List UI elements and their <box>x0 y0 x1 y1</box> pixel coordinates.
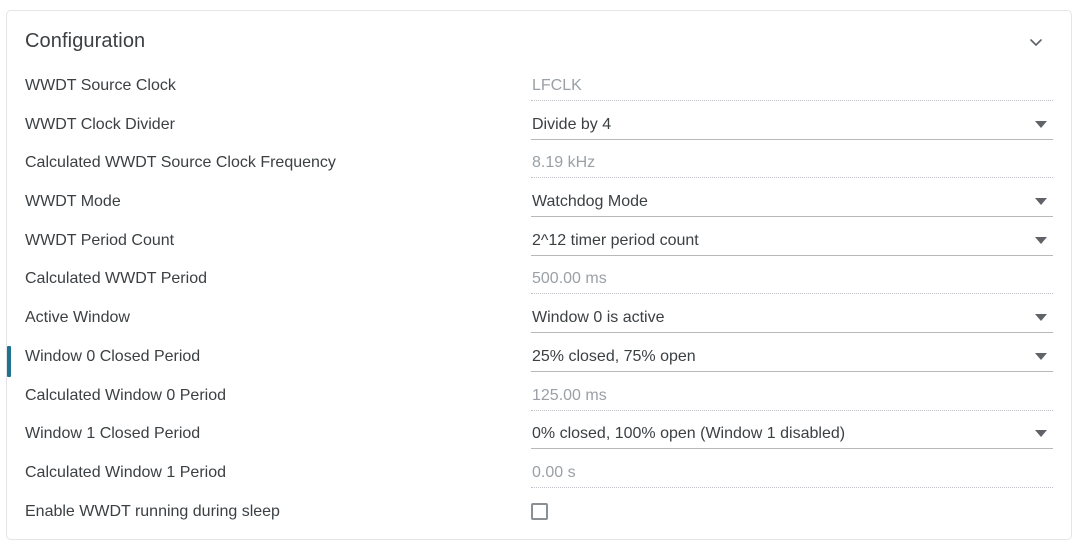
setting-dropdown[interactable]: Window 0 is active <box>531 303 1053 335</box>
setting-row: WWDT Mode Watchdog Mode <box>7 187 1071 226</box>
setting-readonly-value: 125.00 ms <box>531 381 1053 413</box>
readonly-value: 0.00 s <box>532 463 576 481</box>
dropdown-value: 25% closed, 75% open <box>532 347 696 365</box>
field-underline <box>531 100 1053 101</box>
setting-label: WWDT Clock Divider <box>25 115 175 133</box>
field-underline <box>531 216 1053 218</box>
caret-down-icon[interactable] <box>1035 352 1047 360</box>
field-underline <box>531 332 1053 334</box>
dropdown-value: 0% closed, 100% open (Window 1 disabled) <box>532 425 846 443</box>
setting-label: Calculated WWDT Source Clock Frequency <box>25 154 336 172</box>
setting-row: WWDT Period Count 2^12 timer period count <box>7 226 1071 265</box>
setting-label: Window 1 Closed Period <box>25 425 201 443</box>
caret-down-icon[interactable] <box>1035 120 1047 128</box>
setting-label: WWDT Source Clock <box>25 77 176 94</box>
field-underline <box>531 370 1053 372</box>
dropdown-value: 2^12 timer period count <box>532 231 699 249</box>
caret-down-icon[interactable] <box>1035 198 1047 206</box>
panel-header: Configuration <box>7 11 1071 71</box>
modified-marker <box>7 345 11 377</box>
setting-row: Calculated WWDT Source Clock Frequency 8.… <box>7 148 1071 187</box>
dropdown-value: Window 0 is active <box>532 309 665 327</box>
field-underline <box>531 293 1053 295</box>
field-underline <box>531 177 1053 179</box>
setting-label: Enable WWDT running during sleep <box>25 502 280 520</box>
setting-dropdown[interactable]: 2^12 timer period count <box>531 226 1053 258</box>
setting-label: WWDT Mode <box>25 193 121 211</box>
readonly-value: 500.00 ms <box>532 270 607 288</box>
readonly-value: LFCLK <box>532 77 582 94</box>
page-title: Configuration <box>25 29 146 52</box>
setting-label: Calculated Window 0 Period <box>25 386 226 404</box>
setting-dropdown[interactable]: 0% closed, 100% open (Window 1 disabled) <box>531 419 1053 451</box>
setting-row: Window 0 Closed Period 25% closed, 75% op… <box>7 342 1071 381</box>
setting-label: Calculated Window 1 Period <box>25 463 226 481</box>
setting-row: Window 1 Closed Period 0% closed, 100% op… <box>7 419 1071 458</box>
setting-dropdown[interactable]: Watchdog Mode <box>531 187 1053 219</box>
setting-readonly-value: 8.19 kHz <box>531 148 1053 180</box>
setting-row: WWDT Clock Divider Divide by 4 <box>7 110 1071 149</box>
readonly-value: 125.00 ms <box>532 386 607 404</box>
setting-row: Calculated WWDT Period 500.00 ms <box>7 264 1071 303</box>
collapse-panel-button[interactable] <box>1023 29 1049 55</box>
field-underline <box>531 409 1053 411</box>
setting-dropdown[interactable]: Divide by 4 <box>531 110 1053 142</box>
setting-label: Calculated WWDT Period <box>25 270 207 288</box>
dropdown-value: Watchdog Mode <box>532 193 648 211</box>
setting-row: WWDT Source Clock LFCLK <box>7 71 1071 110</box>
caret-down-icon[interactable] <box>1035 314 1047 322</box>
setting-dropdown[interactable]: 25% closed, 75% open <box>531 342 1053 374</box>
caret-down-icon[interactable] <box>1035 236 1047 244</box>
field-underline <box>531 448 1053 450</box>
setting-readonly-value: 500.00 ms <box>531 264 1053 296</box>
setting-row: Active Window Window 0 is active <box>7 303 1071 342</box>
field-underline <box>531 486 1053 488</box>
setting-label: Window 0 Closed Period <box>25 347 201 365</box>
chevron-down-icon <box>1027 33 1045 51</box>
settings-list: WWDT Source Clock LFCLK WWDT Clock Divider… <box>7 71 1071 535</box>
checkbox-box[interactable] <box>531 502 548 520</box>
readonly-value: 8.19 kHz <box>532 154 596 172</box>
setting-row: Calculated Window 1 Period 0.00 s <box>7 458 1071 497</box>
setting-label: Active Window <box>25 309 130 327</box>
setting-row: Enable WWDT running during sleep <box>7 497 1071 536</box>
setting-label: WWDT Period Count <box>25 231 175 249</box>
dropdown-value: Divide by 4 <box>532 115 612 133</box>
setting-readonly-value: LFCLK <box>531 71 1053 103</box>
setting-checkbox[interactable] <box>531 497 1053 529</box>
setting-row: Calculated Window 0 Period 125.00 ms <box>7 381 1071 420</box>
field-underline <box>531 254 1053 256</box>
caret-down-icon[interactable] <box>1035 430 1047 438</box>
setting-readonly-value: 0.00 s <box>531 458 1053 490</box>
field-underline <box>531 138 1053 140</box>
configuration-panel: Configuration WWDT Source Clock LFCLK WWDT… <box>6 10 1072 540</box>
